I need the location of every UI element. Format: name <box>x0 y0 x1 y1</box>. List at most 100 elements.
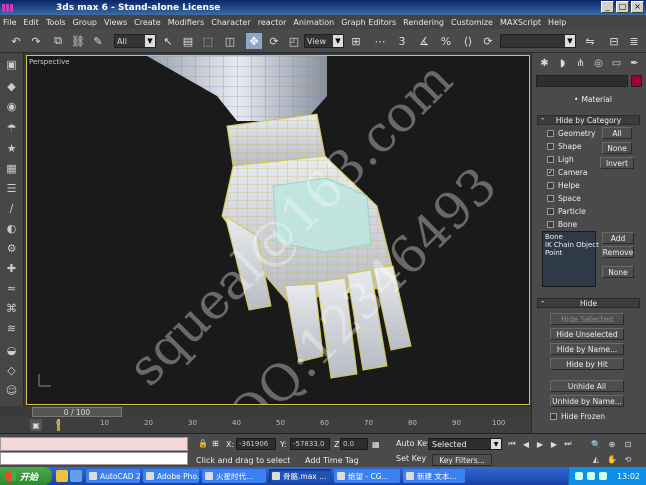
shapes-tab-icon[interactable]: ◆ <box>3 79 20 94</box>
select-and-scale-icon[interactable]: ◰ <box>286 33 302 49</box>
menu-group[interactable]: Group <box>73 18 97 27</box>
dynamics-tab-icon[interactable]: ☰ <box>3 181 20 196</box>
object-name-field[interactable] <box>536 75 628 87</box>
viewport-label[interactable]: Perspective <box>29 58 70 66</box>
list-item[interactable]: Bone <box>545 233 593 241</box>
utilities-tab-icon[interactable]: ✒ <box>626 55 643 71</box>
reference-coordinate-dropdown[interactable]: View ▼ <box>304 34 344 48</box>
patch-grids-tab-icon[interactable]: ★ <box>3 141 20 156</box>
reactor-tab-icon[interactable]: ≋ <box>3 321 20 336</box>
hide-by-hit-button[interactable]: Hide by Hit <box>550 358 624 370</box>
category-list[interactable]: Bone IK Chain Object Point <box>542 231 599 287</box>
named-selection-icon[interactable]: ⟳ <box>480 33 496 49</box>
add-time-tag[interactable]: Add Time Tag <box>305 456 359 465</box>
task-photoshop[interactable]: Adobe Pho... <box>143 469 199 483</box>
task-forum[interactable]: 绝望 - CG... <box>334 469 400 483</box>
tray-icon[interactable] <box>575 472 583 480</box>
menu-file[interactable]: File <box>3 18 16 27</box>
command-panel-scroll[interactable]: • Material - Hide by Category Geometry S… <box>532 91 646 436</box>
cameras-tab-icon[interactable]: ⚙ <box>3 241 20 256</box>
task-browser[interactable]: 火星时代... <box>202 469 266 483</box>
arc-rotate-icon[interactable]: ⟲ <box>622 453 634 465</box>
menu-maxscript[interactable]: MAXScript <box>500 18 541 27</box>
task-3dsmax[interactable]: 骨骼.max ... <box>269 469 331 483</box>
trackbar-toggle-icon[interactable]: ▣ <box>30 419 42 431</box>
menu-edit[interactable]: Edit <box>23 18 39 27</box>
frame-ruler[interactable]: 0 10 20 30 40 50 60 70 80 90 100 <box>56 417 531 433</box>
zoom-icon[interactable]: 🔍 <box>590 438 602 450</box>
hide-selected-button[interactable]: Hide Selected <box>550 313 624 325</box>
category-helpers-checkbox[interactable]: Helpe <box>547 180 580 191</box>
hide-frozen-checkbox[interactable]: Hide Frozen <box>550 411 605 422</box>
particles-tab-icon[interactable]: ☂ <box>3 121 20 136</box>
menu-animation[interactable]: Animation <box>293 18 334 27</box>
snap-toggle-icon[interactable]: 3 <box>394 33 410 49</box>
menu-modifiers[interactable]: Modifiers <box>168 18 205 27</box>
maximize-button[interactable]: □ <box>616 1 629 13</box>
percent-snap-icon[interactable]: % <box>438 33 454 49</box>
pan-icon[interactable]: ✋ <box>606 453 618 465</box>
select-and-rotate-icon[interactable]: ⟳ <box>266 33 282 49</box>
bind-space-warp-icon[interactable]: ✎ <box>90 33 106 49</box>
quicklaunch-icon[interactable] <box>56 470 68 482</box>
list-item[interactable]: IK Chain Object <box>545 241 599 249</box>
key-filters-button[interactable]: Key Filters... <box>432 454 492 466</box>
undo-icon[interactable]: ↶ <box>8 33 24 49</box>
character-tab-icon[interactable]: ☺ <box>3 383 20 398</box>
category-geometry-checkbox[interactable]: Geometry <box>547 128 595 139</box>
select-by-name-icon[interactable]: ▤ <box>180 33 196 49</box>
mirror-icon[interactable]: ⇋ <box>582 33 598 49</box>
motion-tab-icon[interactable]: ◎ <box>590 55 607 71</box>
named-selection-sets-dropdown[interactable]: ▼ <box>500 34 576 48</box>
modify-tab-icon[interactable]: ◗ <box>554 55 571 71</box>
time-slider[interactable]: 0 / 100 <box>26 405 530 417</box>
play-icon[interactable]: ▶ <box>534 438 546 450</box>
compounds-tab-icon[interactable]: ◉ <box>3 99 20 114</box>
object-color-swatch[interactable] <box>631 75 642 87</box>
hide-unselected-button[interactable]: Hide Unselected <box>550 328 624 340</box>
spinner-snap-icon[interactable]: ⟨⟩ <box>460 33 476 49</box>
previous-frame-icon[interactable]: ◀ <box>520 438 532 450</box>
minimize-button[interactable]: _ <box>601 1 614 13</box>
pivot-center-icon[interactable]: ⊞ <box>348 33 364 49</box>
category-shape-checkbox[interactable]: Shape <box>547 141 582 152</box>
helpers-tab-icon[interactable]: ✚ <box>3 261 20 276</box>
category-particle-checkbox[interactable]: Particle <box>547 206 586 217</box>
unlink-icon[interactable]: ⛓ <box>70 33 86 49</box>
time-slider-knob[interactable]: 0 / 100 <box>32 407 122 417</box>
go-to-start-icon[interactable]: ⏮ <box>506 438 518 450</box>
render-tab-icon[interactable]: ◒ <box>3 343 20 358</box>
menu-graph-editors[interactable]: Graph Editors <box>341 18 396 27</box>
grid-icon[interactable]: ▦ <box>372 440 380 449</box>
go-to-end-icon[interactable]: ⏭ <box>562 438 574 450</box>
zoom-extents-icon[interactable]: ⊡ <box>622 438 634 450</box>
menu-help[interactable]: Help <box>548 18 566 27</box>
next-frame-icon[interactable]: ▶ <box>548 438 560 450</box>
category-add-button[interactable]: Add <box>602 232 634 244</box>
key-mode-dropdown[interactable]: Selected ▼ <box>428 438 502 450</box>
maxscript-output[interactable] <box>0 452 188 465</box>
select-object-icon[interactable]: ↖ <box>160 33 176 49</box>
angle-snap-icon[interactable]: ∡ <box>416 33 432 49</box>
category-cameras-checkbox[interactable]: ✓ Camera <box>547 167 587 178</box>
modifiers-tab-icon[interactable]: ⌘ <box>3 301 20 316</box>
lock-selection-icon[interactable]: 🔒 <box>198 439 208 448</box>
lights-tab-icon[interactable]: ◐ <box>3 221 20 236</box>
layer-manager-icon[interactable]: ≣ <box>626 33 642 49</box>
auto-key-button[interactable]: Auto Key <box>396 439 432 448</box>
category-all-button[interactable]: All <box>602 127 632 139</box>
start-button[interactable]: 开始 <box>0 467 52 485</box>
clock[interactable]: 13:02 <box>617 472 640 481</box>
window-crossing-icon[interactable]: ◫ <box>222 33 238 49</box>
menu-create[interactable]: Create <box>134 18 161 27</box>
menu-customize[interactable]: Customize <box>451 18 493 27</box>
field-of-view-icon[interactable]: ◭ <box>590 453 602 465</box>
select-manipulate-icon[interactable]: ⋯ <box>372 33 388 49</box>
x-coordinate-field[interactable]: -361906 <box>236 438 276 450</box>
create-tab-icon[interactable]: ✱ <box>536 55 553 71</box>
materials-tab-icon[interactable]: ◇ <box>3 363 20 378</box>
task-autocad[interactable]: AutoCAD 2... <box>86 469 140 483</box>
menu-tools[interactable]: Tools <box>46 18 66 27</box>
task-notepad[interactable]: 新建 文本... <box>403 469 465 483</box>
close-button[interactable]: × <box>631 1 644 13</box>
